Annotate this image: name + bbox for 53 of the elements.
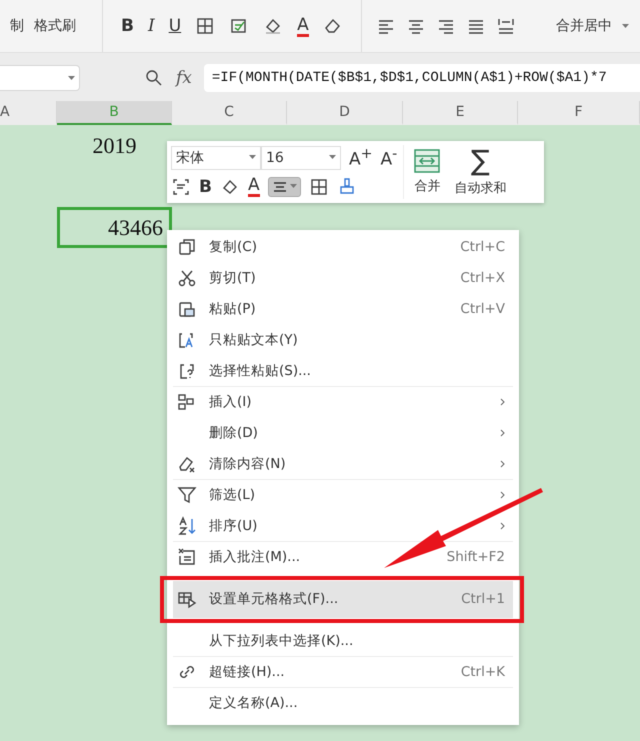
menu-item[interactable]: 复制(C) Ctrl+C: [173, 232, 513, 263]
align-center-icon: [272, 180, 288, 194]
borders-icon: [195, 16, 216, 36]
menu-item[interactable]: 删除(D): [173, 418, 513, 449]
wrap-text-icon: [171, 176, 191, 196]
caret-icon: [68, 76, 75, 80]
merge-center-button[interactable]: 合并居中: [556, 17, 612, 35]
menu-item[interactable]: 选择性粘贴(S)...: [173, 356, 513, 387]
table-cell-text: 2019: [92, 132, 138, 160]
comment-icon: [177, 547, 197, 567]
merge-button[interactable]: 合并: [414, 177, 440, 195]
font-color-button[interactable]: A: [297, 16, 309, 36]
menu-item[interactable]: 插入(I): [173, 387, 513, 418]
font-color-button[interactable]: A: [248, 176, 260, 196]
font-dropdown[interactable]: 宋体: [171, 146, 261, 170]
ribbon-label[interactable]: 制: [10, 17, 24, 35]
grow-font-button[interactable]: A$^{+}$: [349, 146, 373, 170]
menu-item[interactable]: 从下拉列表中选择(K)...: [173, 626, 513, 657]
menu-item[interactable]: 定义名称(A)...: [173, 688, 513, 719]
menu-item[interactable]: 清除内容(N): [173, 449, 513, 480]
caret-icon: [329, 155, 336, 160]
italic-button[interactable]: I: [148, 16, 155, 36]
function-label[interactable]: fx: [176, 68, 192, 88]
eraser-icon: [177, 454, 197, 474]
menu-item[interactable]: 粘贴(P) Ctrl+V: [173, 294, 513, 325]
menu-item[interactable]: 插入批注(M)... Shift+F2: [173, 542, 513, 573]
align-center-button[interactable]: [268, 176, 301, 196]
menu-item[interactable]: 只粘贴文本(Y): [173, 325, 513, 356]
distribute-icon: [496, 16, 516, 36]
menu-item[interactable]: 筛选(L): [173, 480, 513, 511]
bold-button[interactable]: B: [199, 176, 212, 196]
caret-icon: [290, 184, 297, 189]
caret-icon: [249, 155, 256, 160]
shrink-font-button[interactable]: A$^{-}$: [380, 146, 398, 170]
autosum-button[interactable]: 自动求和: [454, 179, 506, 197]
ribbon-label[interactable]: 格式刷: [34, 17, 76, 35]
table-cell: 43466: [57, 207, 172, 248]
filter-icon: [177, 485, 197, 505]
underline-button[interactable]: U: [168, 16, 182, 36]
merge-cells-icon: [414, 149, 440, 173]
copy-icon: [177, 237, 197, 257]
sum-symbol: ∑: [470, 147, 490, 175]
borders-icon: [308, 176, 329, 196]
scissors-icon: [177, 268, 197, 288]
caret-icon: [622, 24, 629, 28]
formula-field[interactable]: =IF(MONTH(DATE($B$1,$D$1,COLUMN(A$1)+ROW($A1)*7: [204, 64, 640, 92]
menu-item[interactable]: 超链接(H)... Ctrl+K: [173, 657, 513, 688]
sort-icon: [177, 516, 197, 536]
search-icon: [144, 68, 164, 88]
font-size-dropdown[interactable]: 16: [261, 146, 341, 170]
menu-item[interactable]: 设置单元格格式(F)... Ctrl+1: [173, 581, 513, 618]
menu-item[interactable]: 剪切(T) Ctrl+X: [173, 263, 513, 294]
bold-button[interactable]: B: [121, 16, 134, 36]
